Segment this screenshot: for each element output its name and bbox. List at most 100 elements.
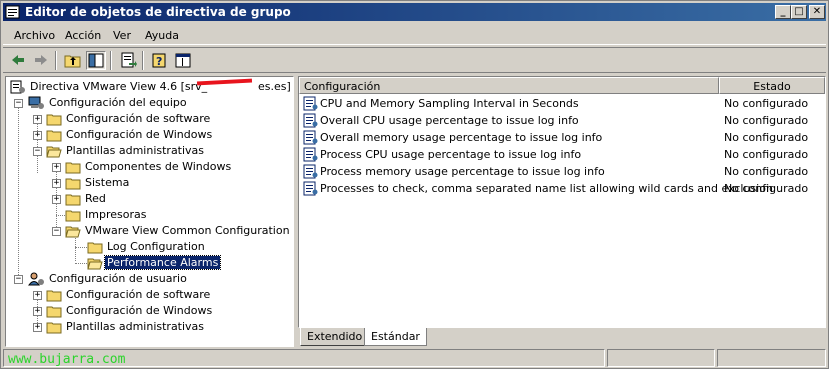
expand-icon[interactable]: + [52, 179, 61, 188]
close-icon: ✕ [812, 6, 822, 17]
tree-item-user-software-settings[interactable]: + Configuración de software [33, 287, 283, 303]
back-arrow-icon [12, 55, 24, 65]
close-button[interactable]: ✕ [809, 5, 825, 19]
list-item[interactable]: Processes to check, comma separated name… [299, 180, 825, 197]
list-item[interactable]: Overall memory usage percentage to issue… [299, 129, 825, 146]
tree-item-windows-components[interactable]: + Componentes de Windows [52, 159, 287, 175]
folder-icon [65, 194, 81, 206]
tree-item-log-configuration[interactable]: Log Configuration [71, 239, 291, 255]
minimize-icon: _ [780, 6, 786, 17]
folder-icon [65, 162, 81, 174]
tab-label: Extendido [307, 330, 363, 343]
tree-connector [75, 263, 87, 264]
title-bar[interactable]: Editor de objetos de directiva de grupo … [3, 3, 826, 21]
open-folder-icon [46, 146, 62, 158]
maximize-icon: □ [794, 6, 804, 17]
show-hide-tree-button[interactable] [86, 51, 106, 70]
list-item[interactable]: Process CPU usage percentage to issue lo… [299, 146, 825, 163]
tree-label: Configuración de Windows [66, 128, 213, 141]
up-one-level-button[interactable] [63, 51, 83, 70]
export-list-button[interactable] [118, 51, 138, 70]
expand-icon[interactable]: + [33, 323, 42, 332]
setting-name: Process CPU usage percentage to issue lo… [320, 148, 582, 161]
tree-label-selected: Performance Alarms [103, 255, 222, 270]
tree-item-vmware-common-config[interactable]: − VMware View Common Configuration [52, 223, 290, 239]
toolbar-separator [142, 51, 144, 70]
forward-button[interactable] [31, 51, 51, 70]
up-folder-icon [64, 55, 81, 68]
tree-item-admin-templates[interactable]: − Plantillas administrativas [33, 143, 283, 159]
folder-icon [46, 290, 62, 302]
tree-label: VMware View Common Configuration [85, 224, 290, 237]
properties-button[interactable] [173, 51, 193, 70]
collapse-icon[interactable]: − [14, 275, 23, 284]
column-header-setting[interactable]: Configuración [299, 77, 719, 94]
tree-item-printers[interactable]: Impresoras [52, 207, 287, 223]
minimize-button[interactable]: _ [775, 5, 791, 19]
collapse-icon[interactable]: − [14, 99, 23, 108]
tree-label: Impresoras [85, 208, 147, 221]
svg-text:?: ? [156, 55, 162, 68]
setting-state: No configurado [724, 131, 809, 144]
window-title: Editor de objetos de directiva de grupo [25, 5, 291, 19]
computer-icon [28, 96, 44, 109]
expand-icon[interactable]: + [33, 115, 42, 124]
tree-label: Configuración del equipo [49, 96, 187, 109]
tree-item-user-admin-templates[interactable]: + Plantillas administrativas [33, 319, 283, 335]
open-folder-icon [65, 226, 81, 238]
expand-icon[interactable]: + [52, 195, 61, 204]
tree-label: Red [85, 192, 106, 205]
tree-item-network[interactable]: + Red [52, 191, 287, 207]
column-header-state[interactable]: Estado [719, 77, 825, 94]
tree-root-label-suffix: es.es] [258, 80, 291, 93]
watermark-text: www.bujarra.com [8, 352, 126, 367]
status-segment [717, 349, 826, 367]
tab-extendido[interactable]: Extendido [300, 328, 370, 346]
user-icon [28, 272, 44, 286]
tree-item-computer-config[interactable]: − Configuración del equipo [14, 95, 284, 111]
tab-estandar[interactable]: Estándar [364, 328, 427, 346]
tree-item-user-config[interactable]: − Configuración de usuario [14, 271, 284, 287]
policy-setting-icon [303, 181, 318, 196]
menu-ayuda[interactable]: Ayuda [145, 29, 179, 42]
tree-item-user-windows-settings[interactable]: + Configuración de Windows [33, 303, 283, 319]
maximize-button[interactable]: □ [791, 5, 807, 19]
tree-label: Configuración de Windows [66, 304, 213, 317]
export-list-icon [121, 52, 137, 68]
menu-ver[interactable]: Ver [113, 29, 131, 42]
tree-item-software-settings[interactable]: + Configuración de software [33, 111, 283, 127]
tree-item-system[interactable]: + Sistema [52, 175, 287, 191]
gpo-editor-app-icon [5, 5, 20, 19]
collapse-icon[interactable]: − [52, 227, 61, 236]
tree-item-performance-alarms[interactable]: Performance Alarms [71, 255, 291, 271]
setting-state: No configurado [724, 97, 809, 110]
policy-setting-icon [303, 164, 318, 179]
collapse-icon[interactable]: − [33, 147, 42, 156]
expand-icon[interactable]: + [52, 163, 61, 172]
menu-bar: Archivo Acción Ver Ayuda [3, 25, 826, 45]
list-item[interactable]: Process memory usage percentage to issue… [299, 163, 825, 180]
view-tabs: Extendido Estándar [298, 328, 826, 347]
menu-archivo[interactable]: Archivo [14, 29, 55, 42]
status-bar: www.bujarra.com [3, 349, 826, 367]
settings-list-pane[interactable]: Configuración Estado CPU and Memory Samp… [298, 76, 826, 328]
setting-name: Processes to check, comma separated name… [320, 182, 773, 195]
tree-pane[interactable]: Directiva VMware View 4.6 [srv_ es.es] −… [5, 76, 294, 347]
folder-icon [65, 178, 81, 190]
forward-arrow-icon [35, 55, 47, 65]
menu-accion[interactable]: Acción [65, 29, 101, 42]
policy-setting-icon [303, 96, 318, 111]
expand-icon[interactable]: + [33, 291, 42, 300]
list-item[interactable]: CPU and Memory Sampling Interval in Seco… [299, 95, 825, 112]
expand-icon[interactable]: + [33, 131, 42, 140]
show-hide-tree-icon [88, 53, 104, 68]
tree-connector [18, 101, 19, 277]
expand-icon[interactable]: + [33, 307, 42, 316]
tree-item-windows-settings[interactable]: + Configuración de Windows [33, 127, 283, 143]
setting-name: Overall CPU usage percentage to issue lo… [320, 114, 579, 127]
help-button[interactable]: ? [150, 51, 170, 70]
tree-label: Configuración de software [66, 112, 211, 125]
back-button[interactable] [8, 51, 28, 70]
list-item[interactable]: Overall CPU usage percentage to issue lo… [299, 112, 825, 129]
tree-root-label: Directiva VMware View 4.6 [srv_ [30, 80, 208, 93]
